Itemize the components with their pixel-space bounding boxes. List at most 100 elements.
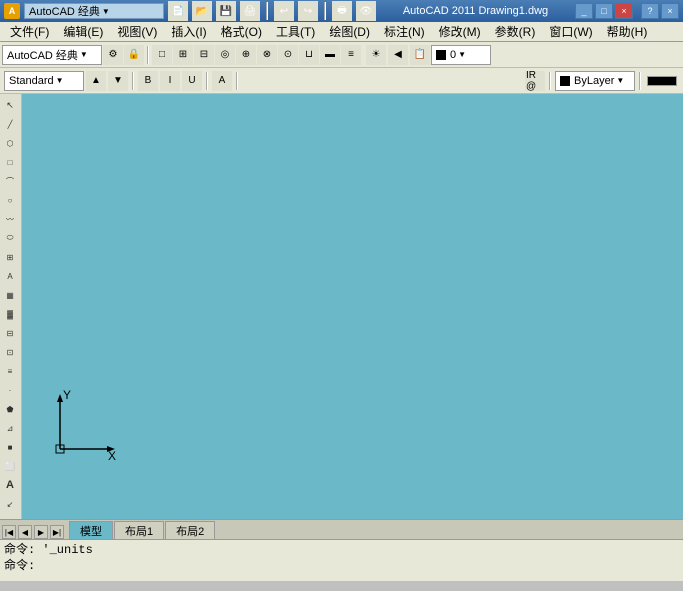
tool-wipeout[interactable]: ⬜ xyxy=(1,457,19,475)
ir-at[interactable]: IR @ xyxy=(525,71,545,91)
layer-icon[interactable]: 📋 xyxy=(410,45,430,65)
preview-btn[interactable]: 👁 xyxy=(356,1,376,21)
tool-bottom[interactable]: ↙ xyxy=(1,495,19,513)
ortho-btn[interactable]: ⊟ xyxy=(194,45,214,65)
sep6 xyxy=(236,72,238,90)
menu-edit[interactable]: 编辑(E) xyxy=(57,21,109,42)
bold-btn[interactable]: B xyxy=(138,71,158,91)
props-bar: Standard ▼ ▲ ▼ B I U A IR @ ByLayer ▼ xyxy=(0,68,683,94)
tab-layout2[interactable]: 布局2 xyxy=(165,521,215,539)
tool-mtext[interactable]: A xyxy=(1,267,19,285)
style-selector[interactable]: Standard ▼ xyxy=(4,71,84,91)
menu-modify[interactable]: 修改(M) xyxy=(433,21,487,42)
new-btn[interactable]: 📄 xyxy=(168,1,188,21)
workspace-selector[interactable]: AutoCAD 经典 ▼ xyxy=(2,45,102,65)
tool-insert[interactable]: ⊞ xyxy=(1,248,19,266)
tab-model[interactable]: 模型 xyxy=(69,521,113,539)
tool-mline[interactable]: ≡ xyxy=(1,362,19,380)
title-left: A AutoCAD 经典 ▼ 📄 📂 💾 🖨 ↩ ↪ 🖶 👁 xyxy=(4,1,376,21)
bylayer-selector[interactable]: ByLayer ▼ xyxy=(555,71,635,91)
workspace-lock[interactable]: 🔒 xyxy=(124,45,144,65)
workspace-dropdown[interactable]: AutoCAD 经典 ▼ xyxy=(24,3,164,19)
help-btn[interactable]: ? xyxy=(641,3,659,19)
tool-table[interactable]: ⊡ xyxy=(1,343,19,361)
tab-prev-btn[interactable]: ◀ xyxy=(18,525,32,539)
menu-window[interactable]: 窗口(W) xyxy=(543,21,598,42)
maximize-btn[interactable]: □ xyxy=(595,3,613,19)
tab-next-btn[interactable]: ▶ xyxy=(34,525,48,539)
osnap-btn[interactable]: ⊕ xyxy=(236,45,256,65)
layer-section: ☀ ◀ 📋 xyxy=(366,45,430,65)
text-height-up[interactable]: ▲ xyxy=(86,71,106,91)
layer-state[interactable]: ☀ xyxy=(366,45,386,65)
plot-btn[interactable]: 🖨 xyxy=(240,1,260,21)
redo-btn[interactable]: ↪ xyxy=(298,1,318,21)
tool-3dface[interactable]: ⬟ xyxy=(1,400,19,418)
svg-text:Y: Y xyxy=(63,388,71,402)
tool-ellipse[interactable]: ⬭ xyxy=(1,229,19,247)
menu-insert[interactable]: 插入(I) xyxy=(165,21,212,42)
qp-btn[interactable]: ≡ xyxy=(341,45,361,65)
tab-layout1[interactable]: 布局1 xyxy=(114,521,164,539)
ducs-btn[interactable]: ⊙ xyxy=(278,45,298,65)
menu-format[interactable]: 格式(O) xyxy=(215,21,268,42)
tool-text-large[interactable]: A xyxy=(1,476,19,494)
menu-tools[interactable]: 工具(T) xyxy=(270,21,321,42)
menu-dimension[interactable]: 标注(N) xyxy=(378,21,431,42)
menu-help[interactable]: 帮助(H) xyxy=(601,21,654,42)
tool-arc[interactable]: ⌒ xyxy=(1,172,19,190)
sep8 xyxy=(639,72,641,90)
close2-btn[interactable]: × xyxy=(661,3,679,19)
save-btn[interactable]: 💾 xyxy=(216,1,236,21)
undo-btn[interactable]: ↩ xyxy=(274,1,294,21)
open-btn[interactable]: 📂 xyxy=(192,1,212,21)
print-btn[interactable]: 🖶 xyxy=(332,1,352,21)
canvas-area[interactable]: Y X xyxy=(22,94,683,519)
layer-prev[interactable]: ◀ xyxy=(388,45,408,65)
color-btn[interactable]: A xyxy=(212,71,232,91)
polar-btn[interactable]: ◎ xyxy=(215,45,235,65)
menu-file[interactable]: 文件(F) xyxy=(4,21,55,42)
command-line2[interactable]: 命令: xyxy=(4,558,679,574)
dyn-btn[interactable]: ⊔ xyxy=(299,45,319,65)
tool-hatch[interactable]: ▦ xyxy=(1,286,19,304)
tool-circle[interactable]: ○ xyxy=(1,191,19,209)
lineweight-btn[interactable]: ▬ xyxy=(320,45,340,65)
tool-spline[interactable]: 〰 xyxy=(1,210,19,228)
title-bar: A AutoCAD 经典 ▼ 📄 📂 💾 🖨 ↩ ↪ 🖶 👁 AutoCAD 2… xyxy=(0,0,683,22)
minimize-btn[interactable]: _ xyxy=(575,3,593,19)
snap-btn[interactable]: □ xyxy=(152,45,172,65)
tool-region[interactable]: ⊟ xyxy=(1,324,19,342)
command-line1: 命令: '_units xyxy=(4,542,679,558)
sep3 xyxy=(147,46,149,64)
tool-point[interactable]: · xyxy=(1,381,19,399)
tool-rect[interactable]: □ xyxy=(1,153,19,171)
tool-line[interactable]: ╱ xyxy=(1,115,19,133)
grid-btn[interactable]: ⊞ xyxy=(173,45,193,65)
sep2 xyxy=(324,2,326,20)
workspace-settings[interactable]: ⚙ xyxy=(103,45,123,65)
tool-solid[interactable]: ■ xyxy=(1,438,19,456)
close-btn[interactable]: × xyxy=(615,3,633,19)
tool-pick[interactable]: ↖ xyxy=(1,96,19,114)
workspace-dropdown-arrow: ▼ xyxy=(102,7,110,16)
text-height-dn[interactable]: ▼ xyxy=(108,71,128,91)
tool-polyline[interactable]: ⬡ xyxy=(1,134,19,152)
menu-draw[interactable]: 绘图(D) xyxy=(323,21,376,42)
app-title: AutoCAD 2011 Drawing1.dwg xyxy=(376,5,575,17)
otrack-btn[interactable]: ⊗ xyxy=(257,45,277,65)
bylayer-color xyxy=(560,76,570,86)
main-area: ↖ ╱ ⬡ □ ⌒ ○ 〰 ⬭ ⊞ A ▦ ▓ ⊟ ⊡ ≡ · ⬟ ⊿ ■ ⬜ … xyxy=(0,94,683,519)
underline-btn[interactable]: U xyxy=(182,71,202,91)
menu-view[interactable]: 视图(V) xyxy=(111,21,163,42)
tool-gradient[interactable]: ▓ xyxy=(1,305,19,323)
italic-btn[interactable]: I xyxy=(160,71,180,91)
tool-surface[interactable]: ⊿ xyxy=(1,419,19,437)
layer-selector[interactable]: 0 ▼ xyxy=(431,45,491,65)
ucs-axes: Y X xyxy=(40,384,120,464)
tab-last-btn[interactable]: ▶| xyxy=(50,525,64,539)
linetype-preview xyxy=(647,76,677,86)
tab-first-btn[interactable]: |◀ xyxy=(2,525,16,539)
menu-params[interactable]: 参数(R) xyxy=(489,21,542,42)
tab-bar: |◀ ◀ ▶ ▶| 模型 布局1 布局2 xyxy=(0,519,683,539)
